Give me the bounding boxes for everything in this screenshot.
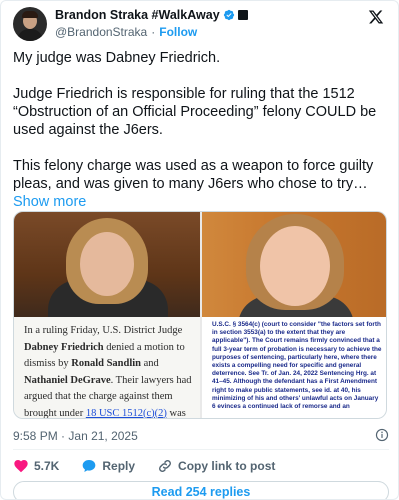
author-name-row: Brandon Straka #WalkAway: [55, 8, 248, 22]
affiliation-badge-icon: [237, 10, 248, 20]
reply-label: Reply: [102, 459, 136, 473]
news-line: brought under: [24, 407, 86, 419]
news-name-sandlin: Ronald Sandlin: [71, 358, 142, 369]
news-line: . Their lawyers had: [110, 374, 192, 386]
judge-photo-left[interactable]: [14, 212, 200, 317]
timestamp-separator: ·: [61, 429, 66, 443]
show-more-link[interactable]: Show more: [13, 194, 86, 210]
tweet-paragraph-3-text: This felony charge was used as a weapon …: [13, 158, 374, 192]
tweet-media[interactable]: In a ruling Friday, U.S. District Judge …: [13, 211, 387, 419]
tweet-timestamp[interactable]: 9:58 PM · Jan 21, 2025: [13, 428, 389, 443]
copy-link-button[interactable]: Copy link to post: [157, 458, 275, 474]
follow-button[interactable]: Follow: [159, 25, 197, 39]
link-icon: [159, 460, 172, 472]
tweet-paragraph-2: Judge Friedrich is responsible for rulin…: [13, 86, 377, 138]
heart-icon: [14, 460, 28, 473]
tweet-text: My judge was Dabney Friedrich. Judge Fri…: [13, 49, 389, 211]
author-handle-row: @BrandonStraka · Follow: [55, 25, 197, 39]
news-line: and: [141, 358, 159, 369]
news-line: In a ruling Friday, U.S. District Judge: [24, 325, 183, 336]
reply-icon: [83, 460, 96, 472]
copy-link-label: Copy link to post: [178, 459, 276, 473]
read-replies-button[interactable]: Read 254 replies: [13, 481, 389, 499]
statute-link[interactable]: 18 USC 1512(c)(2): [86, 408, 167, 419]
verified-badge-icon: [223, 9, 234, 21]
handle-separator: ·: [151, 25, 156, 39]
tweet-actions: 5.7K Reply Copy link to post: [13, 457, 389, 475]
news-excerpt: In a ruling Friday, U.S. District Judge …: [14, 317, 200, 419]
tweet-time: 9:58 PM: [13, 429, 58, 443]
like-count: 5.7K: [34, 459, 60, 473]
news-line: denied a motion to: [103, 341, 185, 353]
tweet-paragraph-3: This felony charge was used as a weapon …: [13, 157, 389, 211]
tweet-card: Brandon Straka #WalkAway @BrandonStraka …: [0, 0, 399, 500]
info-icon[interactable]: [375, 428, 389, 442]
divider: [13, 449, 389, 450]
news-name-friedrich: Dabney Friedrich: [24, 341, 104, 353]
news-name-degrave: Nathaniel DeGrave: [24, 374, 111, 386]
news-line: argued that the charge against them: [24, 391, 173, 402]
avatar[interactable]: [13, 7, 47, 41]
x-logo-icon[interactable]: [368, 9, 384, 25]
judge-photo-right[interactable]: [202, 212, 386, 317]
news-line: dismiss by: [24, 358, 72, 369]
court-document-excerpt: U.S.C. § 3564(c) (court to consider "the…: [202, 317, 386, 418]
author-handle[interactable]: @BrandonStraka: [55, 25, 147, 39]
tweet-paragraph-1: My judge was Dabney Friedrich.: [13, 50, 221, 66]
tweet-date: Jan 21, 2025: [68, 429, 138, 443]
tweet-header: Brandon Straka #WalkAway @BrandonStraka …: [13, 7, 388, 41]
reply-button[interactable]: Reply: [81, 458, 135, 474]
news-line: was: [166, 407, 186, 419]
like-button[interactable]: 5.7K: [13, 458, 59, 474]
author-display-name[interactable]: Brandon Straka #WalkAway: [55, 8, 220, 22]
